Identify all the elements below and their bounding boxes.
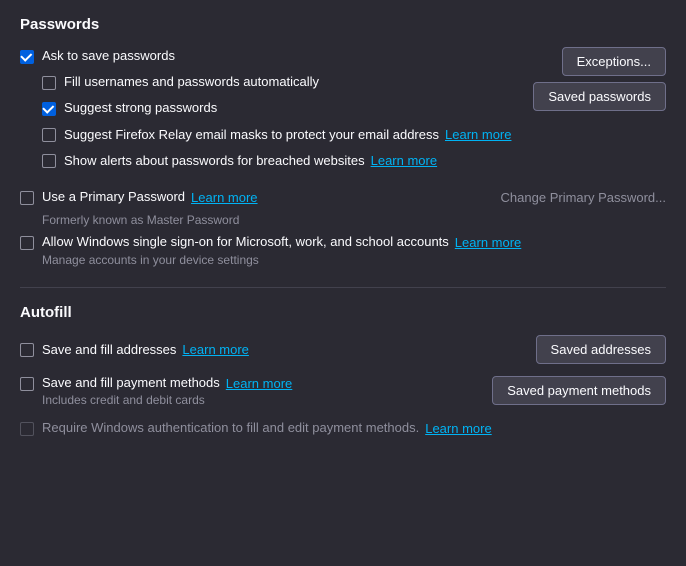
- change-primary-button: Change Primary Password...: [501, 186, 666, 209]
- ask-save-label[interactable]: Ask to save passwords: [42, 47, 175, 65]
- save-addresses-label[interactable]: Save and fill addresses: [42, 341, 176, 359]
- ask-save-checkbox[interactable]: [20, 50, 34, 64]
- require-auth-learn-more[interactable]: Learn more: [425, 421, 491, 436]
- save-addresses-checkbox[interactable]: [20, 343, 34, 357]
- primary-password-checkbox[interactable]: [20, 191, 34, 205]
- exceptions-button[interactable]: Exceptions...: [562, 47, 666, 76]
- autofill-section: Autofill Save and fill addresses Learn m…: [20, 304, 666, 437]
- suggest-strong-checkbox[interactable]: [42, 102, 56, 116]
- windows-sso-subtext: Manage accounts in your device settings: [42, 253, 666, 267]
- passwords-title: Passwords: [20, 16, 666, 33]
- suggest-strong-label[interactable]: Suggest strong passwords: [64, 99, 217, 117]
- show-alerts-checkbox[interactable]: [42, 154, 56, 168]
- show-alerts-label[interactable]: Show alerts about passwords for breached…: [64, 152, 365, 170]
- saved-payment-methods-button[interactable]: Saved payment methods: [492, 376, 666, 405]
- primary-password-label[interactable]: Use a Primary Password: [42, 188, 185, 206]
- primary-password-subtext: Formerly known as Master Password: [42, 213, 666, 227]
- windows-sso-learn-more[interactable]: Learn more: [455, 235, 521, 250]
- saved-addresses-button[interactable]: Saved addresses: [536, 335, 666, 364]
- suggest-relay-learn-more[interactable]: Learn more: [445, 127, 511, 142]
- show-alerts-learn-more[interactable]: Learn more: [371, 153, 437, 168]
- windows-sso-checkbox[interactable]: [20, 236, 34, 250]
- fill-auto-checkbox[interactable]: [42, 76, 56, 90]
- require-auth-checkbox: [20, 422, 34, 436]
- suggest-relay-label[interactable]: Suggest Firefox Relay email masks to pro…: [64, 126, 439, 144]
- primary-password-learn-more[interactable]: Learn more: [191, 190, 257, 205]
- divider: [20, 287, 666, 288]
- windows-sso-label[interactable]: Allow Windows single sign-on for Microso…: [42, 233, 449, 251]
- passwords-section: Passwords Ask to save passwords Fill use…: [20, 16, 666, 267]
- payment-methods-subtext: Includes credit and debit cards: [42, 393, 205, 407]
- fill-auto-label[interactable]: Fill usernames and passwords automatical…: [64, 73, 319, 91]
- saved-passwords-button[interactable]: Saved passwords: [533, 82, 666, 111]
- autofill-title: Autofill: [20, 304, 666, 321]
- payment-methods-learn-more[interactable]: Learn more: [226, 376, 292, 391]
- suggest-relay-checkbox[interactable]: [42, 128, 56, 142]
- save-addresses-learn-more[interactable]: Learn more: [182, 342, 248, 357]
- require-auth-label: Require Windows authentication to fill a…: [42, 419, 419, 437]
- payment-methods-checkbox[interactable]: [20, 377, 34, 391]
- payment-methods-label[interactable]: Save and fill payment methods: [42, 374, 220, 392]
